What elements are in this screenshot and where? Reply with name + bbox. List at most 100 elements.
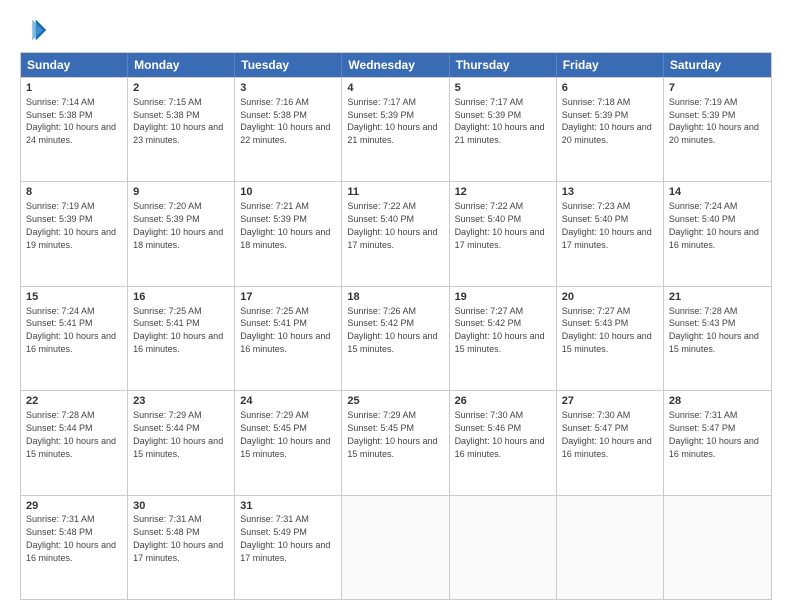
cell-info: Sunrise: 7:30 AMSunset: 5:47 PMDaylight:… (562, 410, 652, 458)
calendar-cell: 30 Sunrise: 7:31 AMSunset: 5:48 PMDaylig… (128, 496, 235, 599)
cell-info: Sunrise: 7:24 AMSunset: 5:40 PMDaylight:… (669, 201, 759, 249)
calendar-cell: 2 Sunrise: 7:15 AMSunset: 5:38 PMDayligh… (128, 78, 235, 181)
cell-info: Sunrise: 7:28 AMSunset: 5:43 PMDaylight:… (669, 306, 759, 354)
calendar-cell: 24 Sunrise: 7:29 AMSunset: 5:45 PMDaylig… (235, 391, 342, 494)
calendar: SundayMondayTuesdayWednesdayThursdayFrid… (20, 52, 772, 600)
calendar-cell: 29 Sunrise: 7:31 AMSunset: 5:48 PMDaylig… (21, 496, 128, 599)
calendar-cell: 8 Sunrise: 7:19 AMSunset: 5:39 PMDayligh… (21, 182, 128, 285)
calendar-cell: 23 Sunrise: 7:29 AMSunset: 5:44 PMDaylig… (128, 391, 235, 494)
calendar-cell: 19 Sunrise: 7:27 AMSunset: 5:42 PMDaylig… (450, 287, 557, 390)
cell-info: Sunrise: 7:17 AMSunset: 5:39 PMDaylight:… (455, 97, 545, 145)
calendar-cell-empty (342, 496, 449, 599)
calendar-cell: 17 Sunrise: 7:25 AMSunset: 5:41 PMDaylig… (235, 287, 342, 390)
page: SundayMondayTuesdayWednesdayThursdayFrid… (0, 0, 792, 612)
cell-info: Sunrise: 7:16 AMSunset: 5:38 PMDaylight:… (240, 97, 330, 145)
calendar-cell: 3 Sunrise: 7:16 AMSunset: 5:38 PMDayligh… (235, 78, 342, 181)
day-number: 6 (562, 81, 658, 96)
day-number: 15 (26, 290, 122, 305)
day-header: Friday (557, 53, 664, 77)
day-number: 25 (347, 394, 443, 409)
cell-info: Sunrise: 7:29 AMSunset: 5:44 PMDaylight:… (133, 410, 223, 458)
cell-info: Sunrise: 7:21 AMSunset: 5:39 PMDaylight:… (240, 201, 330, 249)
calendar-cell: 25 Sunrise: 7:29 AMSunset: 5:45 PMDaylig… (342, 391, 449, 494)
calendar-cell: 6 Sunrise: 7:18 AMSunset: 5:39 PMDayligh… (557, 78, 664, 181)
day-header: Saturday (664, 53, 771, 77)
day-number: 4 (347, 81, 443, 96)
cell-info: Sunrise: 7:25 AMSunset: 5:41 PMDaylight:… (133, 306, 223, 354)
calendar-cell-empty (450, 496, 557, 599)
day-header: Sunday (21, 53, 128, 77)
cell-info: Sunrise: 7:31 AMSunset: 5:47 PMDaylight:… (669, 410, 759, 458)
calendar-header: SundayMondayTuesdayWednesdayThursdayFrid… (21, 53, 771, 77)
calendar-week-row: 29 Sunrise: 7:31 AMSunset: 5:48 PMDaylig… (21, 495, 771, 599)
calendar-cell: 26 Sunrise: 7:30 AMSunset: 5:46 PMDaylig… (450, 391, 557, 494)
calendar-cell: 27 Sunrise: 7:30 AMSunset: 5:47 PMDaylig… (557, 391, 664, 494)
day-number: 24 (240, 394, 336, 409)
day-number: 20 (562, 290, 658, 305)
day-number: 30 (133, 499, 229, 514)
cell-info: Sunrise: 7:29 AMSunset: 5:45 PMDaylight:… (347, 410, 437, 458)
calendar-cell: 28 Sunrise: 7:31 AMSunset: 5:47 PMDaylig… (664, 391, 771, 494)
calendar-cell: 16 Sunrise: 7:25 AMSunset: 5:41 PMDaylig… (128, 287, 235, 390)
cell-info: Sunrise: 7:24 AMSunset: 5:41 PMDaylight:… (26, 306, 116, 354)
cell-info: Sunrise: 7:19 AMSunset: 5:39 PMDaylight:… (26, 201, 116, 249)
day-number: 5 (455, 81, 551, 96)
cell-info: Sunrise: 7:18 AMSunset: 5:39 PMDaylight:… (562, 97, 652, 145)
calendar-cell: 14 Sunrise: 7:24 AMSunset: 5:40 PMDaylig… (664, 182, 771, 285)
cell-info: Sunrise: 7:27 AMSunset: 5:42 PMDaylight:… (455, 306, 545, 354)
cell-info: Sunrise: 7:23 AMSunset: 5:40 PMDaylight:… (562, 201, 652, 249)
calendar-cell: 9 Sunrise: 7:20 AMSunset: 5:39 PMDayligh… (128, 182, 235, 285)
cell-info: Sunrise: 7:31 AMSunset: 5:49 PMDaylight:… (240, 514, 330, 562)
cell-info: Sunrise: 7:28 AMSunset: 5:44 PMDaylight:… (26, 410, 116, 458)
calendar-week-row: 1 Sunrise: 7:14 AMSunset: 5:38 PMDayligh… (21, 77, 771, 181)
cell-info: Sunrise: 7:19 AMSunset: 5:39 PMDaylight:… (669, 97, 759, 145)
calendar-cell: 20 Sunrise: 7:27 AMSunset: 5:43 PMDaylig… (557, 287, 664, 390)
day-number: 18 (347, 290, 443, 305)
calendar-cell: 11 Sunrise: 7:22 AMSunset: 5:40 PMDaylig… (342, 182, 449, 285)
day-number: 8 (26, 185, 122, 200)
cell-info: Sunrise: 7:30 AMSunset: 5:46 PMDaylight:… (455, 410, 545, 458)
day-number: 31 (240, 499, 336, 514)
day-number: 26 (455, 394, 551, 409)
header (20, 16, 772, 44)
cell-info: Sunrise: 7:25 AMSunset: 5:41 PMDaylight:… (240, 306, 330, 354)
calendar-week-row: 8 Sunrise: 7:19 AMSunset: 5:39 PMDayligh… (21, 181, 771, 285)
cell-info: Sunrise: 7:20 AMSunset: 5:39 PMDaylight:… (133, 201, 223, 249)
day-number: 2 (133, 81, 229, 96)
day-number: 10 (240, 185, 336, 200)
cell-info: Sunrise: 7:22 AMSunset: 5:40 PMDaylight:… (347, 201, 437, 249)
logo (20, 16, 52, 44)
calendar-cell-empty (557, 496, 664, 599)
day-number: 3 (240, 81, 336, 96)
calendar-cell: 4 Sunrise: 7:17 AMSunset: 5:39 PMDayligh… (342, 78, 449, 181)
calendar-cell: 18 Sunrise: 7:26 AMSunset: 5:42 PMDaylig… (342, 287, 449, 390)
cell-info: Sunrise: 7:31 AMSunset: 5:48 PMDaylight:… (26, 514, 116, 562)
calendar-cell: 5 Sunrise: 7:17 AMSunset: 5:39 PMDayligh… (450, 78, 557, 181)
day-number: 9 (133, 185, 229, 200)
calendar-cell: 31 Sunrise: 7:31 AMSunset: 5:49 PMDaylig… (235, 496, 342, 599)
day-header: Tuesday (235, 53, 342, 77)
calendar-cell: 7 Sunrise: 7:19 AMSunset: 5:39 PMDayligh… (664, 78, 771, 181)
cell-info: Sunrise: 7:22 AMSunset: 5:40 PMDaylight:… (455, 201, 545, 249)
cell-info: Sunrise: 7:27 AMSunset: 5:43 PMDaylight:… (562, 306, 652, 354)
day-number: 19 (455, 290, 551, 305)
calendar-cell: 1 Sunrise: 7:14 AMSunset: 5:38 PMDayligh… (21, 78, 128, 181)
cell-info: Sunrise: 7:26 AMSunset: 5:42 PMDaylight:… (347, 306, 437, 354)
calendar-cell: 10 Sunrise: 7:21 AMSunset: 5:39 PMDaylig… (235, 182, 342, 285)
day-number: 21 (669, 290, 766, 305)
day-number: 11 (347, 185, 443, 200)
calendar-cell: 22 Sunrise: 7:28 AMSunset: 5:44 PMDaylig… (21, 391, 128, 494)
cell-info: Sunrise: 7:17 AMSunset: 5:39 PMDaylight:… (347, 97, 437, 145)
cell-info: Sunrise: 7:15 AMSunset: 5:38 PMDaylight:… (133, 97, 223, 145)
logo-icon (20, 16, 48, 44)
day-header: Wednesday (342, 53, 449, 77)
calendar-body: 1 Sunrise: 7:14 AMSunset: 5:38 PMDayligh… (21, 77, 771, 599)
day-number: 7 (669, 81, 766, 96)
day-number: 22 (26, 394, 122, 409)
calendar-week-row: 15 Sunrise: 7:24 AMSunset: 5:41 PMDaylig… (21, 286, 771, 390)
day-number: 27 (562, 394, 658, 409)
calendar-cell: 12 Sunrise: 7:22 AMSunset: 5:40 PMDaylig… (450, 182, 557, 285)
day-number: 1 (26, 81, 122, 96)
day-number: 14 (669, 185, 766, 200)
day-number: 16 (133, 290, 229, 305)
